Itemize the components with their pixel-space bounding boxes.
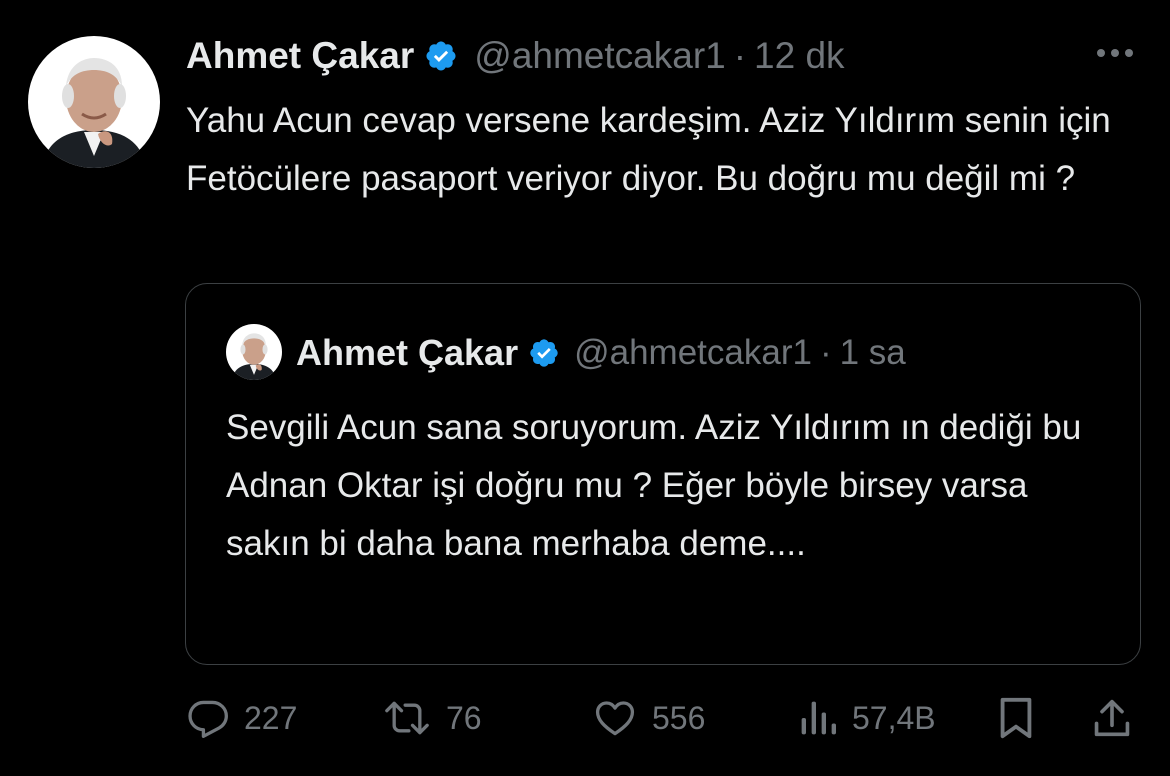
views-count: 57,4B [852,699,936,736]
reply-count: 227 [244,699,298,736]
views-button[interactable]: 57,4B [798,692,936,744]
quoted-author-avatar[interactable] [226,324,282,380]
author-avatar[interactable] [28,36,160,168]
views-icon [801,701,836,735]
retweet-count: 76 [446,699,482,736]
verified-badge-icon [426,41,456,71]
bookmark-icon [1000,697,1032,739]
author-name[interactable]: Ahmet Çakar [186,35,414,77]
quoted-tweet-timestamp[interactable]: 1 sa [840,333,906,373]
retweet-icon [385,701,429,735]
profile-photo [28,36,160,168]
separator-dot: · [733,35,747,76]
heart-icon [595,701,635,736]
quoted-tweet-text: Sevgili Acun sana soruyorum. Aziz Yıldır… [226,408,1082,563]
quoted-tweet-header: Ahmet Çakar @ahmetcakar1 · 1 sa [296,328,906,378]
separator-dot: · [819,333,832,372]
like-button[interactable]: 556 [592,692,705,744]
tweet-text: Yahu Acun cevap versene kardeşim. Aziz Y… [186,101,1111,198]
quoted-author-name[interactable]: Ahmet Çakar [296,332,518,374]
tweet-header: Ahmet Çakar @ahmetcakar1 · 12 dk [186,30,845,82]
reply-icon [188,700,228,738]
like-count: 556 [652,699,706,736]
share-icon [1094,699,1130,737]
bookmark-button[interactable] [996,692,1036,744]
quoted-author-handle[interactable]: @ahmetcakar1 [574,333,812,373]
share-button[interactable] [1092,692,1132,744]
profile-photo [226,324,282,380]
verified-badge-icon [530,339,558,367]
quoted-tweet[interactable]: Ahmet Çakar @ahmetcakar1 · 1 sa Sevgili … [185,283,1141,665]
reply-button[interactable]: 227 [186,692,297,744]
tweet-timestamp[interactable]: 12 dk [754,35,845,77]
tweet-action-bar: 227 76 556 57,4B [186,692,1136,744]
more-options-icon[interactable] [1094,46,1136,60]
retweet-button[interactable]: 76 [382,692,482,744]
author-handle[interactable]: @ahmetcakar1 [474,35,725,77]
